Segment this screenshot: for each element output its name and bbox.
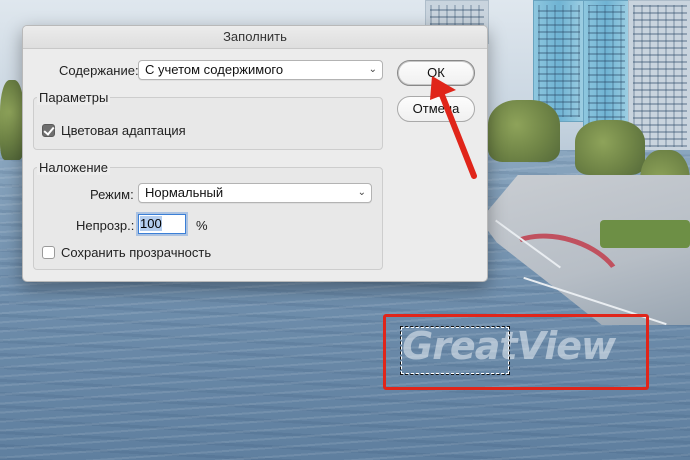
red-arrow-icon [430, 76, 477, 179]
content-label: Содержание: [59, 63, 139, 78]
annotation-highlight-box [383, 314, 649, 390]
fill-dialog: Заполнить Содержание: С учетом содержимо… [22, 25, 488, 282]
chevron-updown-icon: ⌄ [368, 64, 377, 75]
color-adapt-checkbox[interactable] [42, 124, 55, 137]
opacity-input[interactable]: 100 [138, 214, 186, 234]
building [583, 0, 630, 137]
preserve-transparency-checkbox[interactable] [42, 246, 55, 259]
lawn [600, 220, 690, 248]
trees [575, 120, 645, 175]
opacity-label: Непрозр.: [76, 218, 135, 233]
trees [0, 80, 24, 160]
chevron-updown-icon: ⌄ [357, 187, 366, 198]
mode-label: Режим: [90, 187, 134, 202]
preserve-transparency-label[interactable]: Сохранить прозрачность [61, 245, 211, 260]
opacity-value: 100 [140, 216, 162, 231]
opacity-unit: % [196, 218, 208, 233]
content-select[interactable]: С учетом содержимого ⌄ [138, 60, 383, 80]
params-group-title: Параметры [37, 90, 111, 105]
blend-group-title: Наложение [37, 160, 111, 175]
content-select-value: С учетом содержимого [145, 62, 284, 77]
checkmark-icon [43, 124, 55, 136]
mode-select-value: Нормальный [145, 185, 224, 200]
trees [488, 100, 560, 162]
dialog-title: Заполнить [23, 26, 487, 49]
mode-select[interactable]: Нормальный ⌄ [138, 183, 372, 203]
color-adapt-label[interactable]: Цветовая адаптация [61, 123, 186, 138]
